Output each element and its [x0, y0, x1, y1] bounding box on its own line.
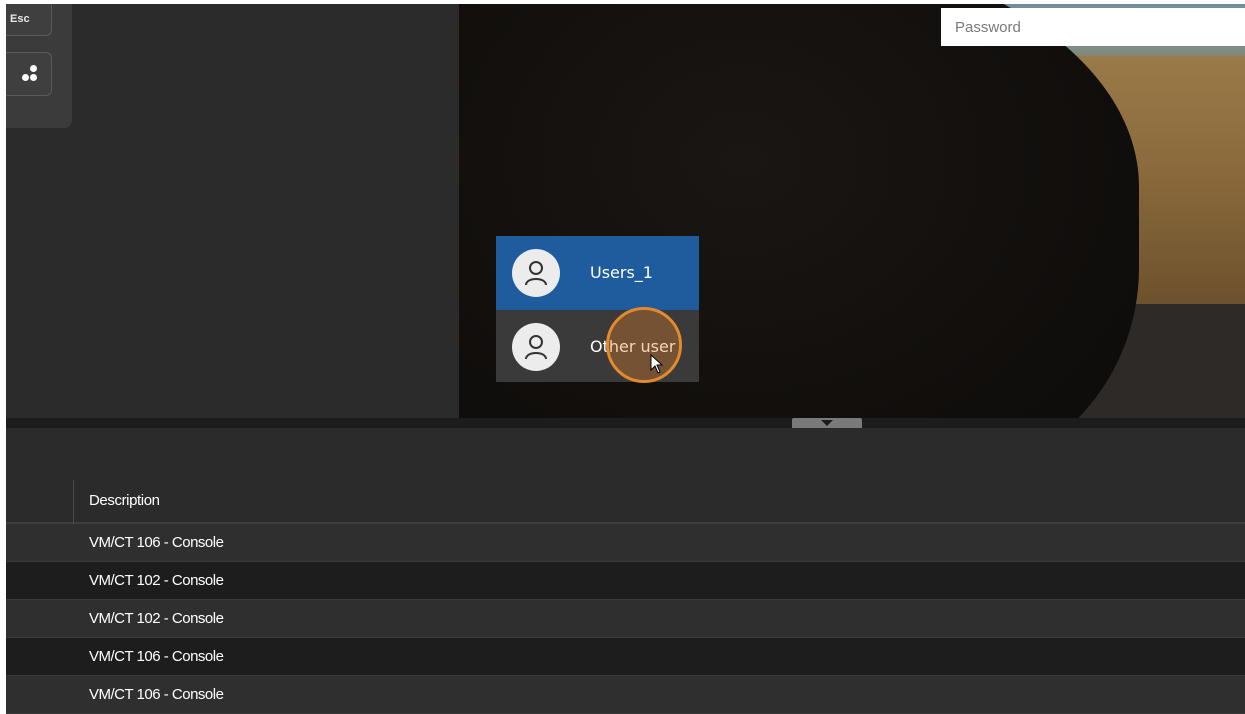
- console-viewer[interactable]: Esc Users_1 Other user: [6, 4, 1245, 428]
- user-icon: [525, 335, 547, 360]
- esc-key-button[interactable]: Esc: [6, 4, 52, 36]
- table-row[interactable]: VM/CT 102 - Console: [6, 562, 1245, 600]
- user-item-users-1[interactable]: Users_1: [496, 236, 699, 310]
- table-row[interactable]: VM/CT 106 - Console: [6, 676, 1245, 714]
- task-panel-toolbar: [6, 428, 1245, 481]
- task-log-panel: Description VM/CT 106 - Console VM/CT 10…: [6, 428, 1245, 714]
- avatar: [512, 323, 560, 371]
- description-cell: VM/CT 106 - Console: [89, 686, 224, 703]
- special-keys-panel: Esc: [6, 4, 72, 128]
- collapse-panel-button[interactable]: [792, 418, 862, 428]
- column-resizer[interactable]: [73, 480, 74, 524]
- column-header-description[interactable]: Description: [89, 492, 160, 509]
- chevron-down-icon: [821, 420, 833, 426]
- table-header: Description: [6, 480, 1245, 524]
- table-row[interactable]: VM/CT 106 - Console: [6, 524, 1245, 562]
- mouse-pointer-icon: [650, 354, 664, 374]
- user-name: Users_1: [590, 263, 653, 282]
- table-row[interactable]: VM/CT 102 - Console: [6, 600, 1245, 638]
- description-cell: VM/CT 102 - Console: [89, 610, 224, 627]
- description-cell: VM/CT 106 - Console: [89, 534, 224, 551]
- user-icon: [525, 261, 547, 286]
- avatar: [512, 249, 560, 297]
- key-combos-button[interactable]: [6, 52, 52, 96]
- description-cell: VM/CT 102 - Console: [89, 572, 224, 589]
- user-item-other-user[interactable]: Other user: [496, 307, 699, 383]
- windows-lock-screen[interactable]: Users_1 Other user: [459, 4, 1245, 422]
- password-input[interactable]: [941, 8, 1245, 46]
- user-name: Other user: [590, 337, 676, 356]
- esc-key-label: Esc: [10, 13, 30, 25]
- description-cell: VM/CT 106 - Console: [89, 648, 224, 665]
- table-row[interactable]: VM/CT 106 - Console: [6, 638, 1245, 676]
- panel-splitter[interactable]: [6, 418, 1245, 428]
